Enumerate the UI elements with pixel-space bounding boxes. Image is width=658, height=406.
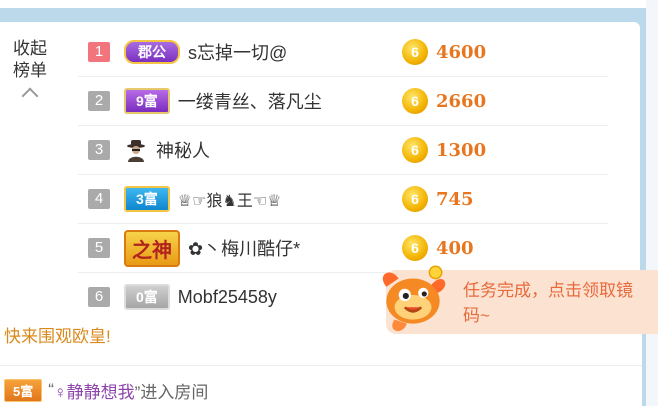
wealth-badge: 3富: [124, 186, 170, 212]
toast-message[interactable]: 任务完成，点击领取镜 码~: [463, 278, 658, 328]
coin-icon: 6: [402, 137, 428, 163]
rank-number: 6: [88, 287, 110, 307]
spy-icon: [127, 140, 145, 162]
ranking-row[interactable]: 1 郡公 s忘掉一切@ 6 4600: [78, 28, 608, 77]
user-name: 一缕青丝、落凡尘: [177, 92, 322, 112]
rank-number: 2: [88, 91, 110, 111]
ranking-row[interactable]: 4 3富 ♕☞狼♞王☜♕ 6 745: [78, 175, 608, 224]
score-value: 4600: [436, 41, 487, 63]
score-value: 745: [436, 188, 474, 210]
rank-number: 1: [88, 42, 110, 62]
ranking-panel: 收起 榜单 1 郡公 s忘掉一切@ 6 4600 2 9富 一缕青丝、落凡尘 6…: [0, 22, 640, 310]
toast-message-line2: 码~: [463, 306, 490, 325]
collapse-ranking-button[interactable]: 收起 榜单: [8, 38, 52, 105]
ranking-row[interactable]: 5 之神 ✿丶梅川酷仔* 6 400: [78, 224, 608, 273]
right-scroll-strip: [646, 0, 658, 406]
collapse-label-2: 榜单: [13, 61, 47, 80]
coin-icon: 6: [402, 88, 428, 114]
coin-icon: 6: [402, 186, 428, 212]
chevron-up-icon: [21, 87, 39, 105]
toast-message-line1: 任务完成，点击领取镜: [463, 281, 633, 300]
god-badge: 之神: [124, 229, 180, 267]
user-name: ♕☞狼♞王☜♕: [177, 193, 282, 210]
chat-message: 快来围观欧皇!: [4, 327, 111, 346]
collapse-label-1: 收起: [13, 39, 47, 58]
score-value: 2660: [436, 90, 487, 112]
chat-entry-suffix: ”进入房间: [134, 382, 209, 402]
wealth-badge: 5富: [4, 378, 43, 402]
rank-number: 3: [88, 140, 110, 160]
user-name: Mobf25458y: [177, 286, 277, 307]
wealth-badge: 9富: [124, 88, 170, 114]
wealth-badge: 0富: [124, 284, 170, 310]
chat-divider: [0, 365, 642, 366]
chat-entry-message: 5富 “ ♀静静想我 ”进入房间: [0, 378, 208, 402]
chat-username[interactable]: ♀静静想我: [54, 378, 135, 403]
score-value: 1300: [436, 139, 487, 161]
rank-number: 5: [88, 238, 110, 258]
user-name: s忘掉一切@: [188, 43, 288, 63]
ranking-row[interactable]: 3 神秘人 6 1300: [78, 126, 608, 175]
user-name: 神秘人: [156, 141, 210, 161]
noble-badge: 郡公: [124, 40, 180, 64]
coin-icon: 6: [402, 39, 428, 65]
fish-mascot-icon[interactable]: [372, 256, 454, 338]
user-name: ✿丶梅川酷仔*: [188, 239, 301, 259]
ranking-row[interactable]: 2 9富 一缕青丝、落凡尘 6 2660: [78, 77, 608, 126]
top-bar: [0, 0, 658, 8]
rank-number: 4: [88, 189, 110, 209]
